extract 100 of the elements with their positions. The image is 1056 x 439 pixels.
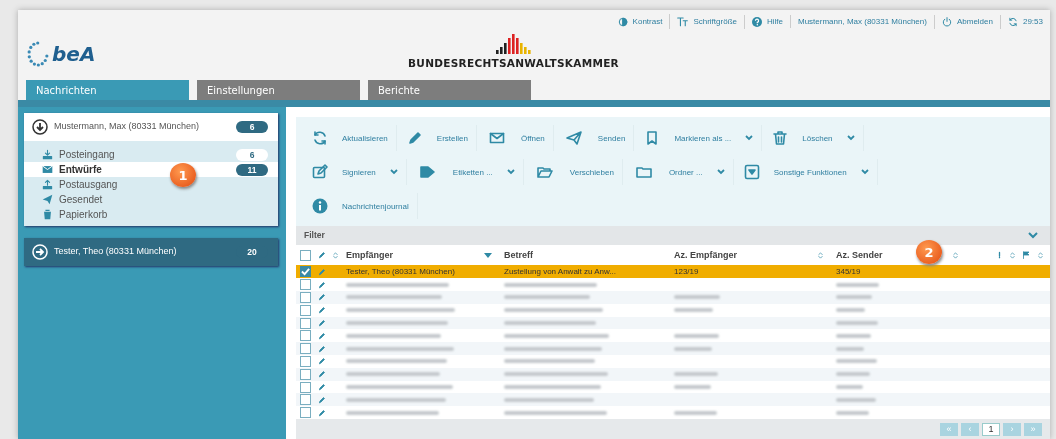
redacted-text	[836, 308, 865, 313]
redacted-text	[836, 333, 871, 338]
header-link[interactable]: Schriftgröße	[669, 14, 744, 29]
sort-icon	[1009, 251, 1016, 259]
checkbox[interactable]	[300, 266, 311, 278]
toolbar-button[interactable]: Markieren als ...	[634, 125, 763, 151]
sort-icon	[817, 251, 824, 259]
checkbox[interactable]	[300, 317, 311, 329]
column-header[interactable]: Empfänger	[346, 250, 393, 261]
sort-icon	[1037, 251, 1044, 259]
checkbox[interactable]	[300, 407, 311, 419]
redacted-text	[674, 333, 719, 338]
folder-item[interactable]: Posteingang 6	[24, 147, 278, 162]
redacted-text	[836, 372, 870, 377]
toolbar-button[interactable]: Aktualisieren	[302, 125, 397, 151]
checkbox[interactable]	[300, 279, 311, 291]
paper-plane-icon	[42, 194, 53, 205]
account-header[interactable]: Mustermann, Max (80331 München) 6	[24, 113, 278, 141]
checkbox[interactable]	[300, 249, 311, 261]
sort-icon	[332, 251, 339, 259]
table-cell-text: Tester, Theo (80331 München)	[346, 267, 456, 277]
folder-item[interactable]: Papierkorb	[24, 207, 278, 222]
trash-icon	[772, 130, 789, 146]
caret-icon	[506, 169, 515, 175]
caret-icon	[846, 135, 855, 141]
filter-bar[interactable]: Filter	[296, 226, 1050, 245]
count-badge: 6	[236, 148, 268, 161]
redacted-text	[836, 397, 876, 402]
flag-icon	[1022, 251, 1031, 260]
redacted-text	[836, 359, 877, 364]
header-link[interactable]: Abmelden	[933, 14, 1000, 29]
help-icon	[751, 16, 762, 27]
toolbar-button[interactable]: Öffnen	[476, 125, 554, 151]
refresh-icon	[1007, 16, 1018, 27]
checkbox[interactable]	[300, 394, 311, 406]
toolbar-button[interactable]: Verschieben	[523, 159, 623, 185]
header-link[interactable]: Kontrast	[610, 14, 670, 29]
header-link[interactable]: Mustermann, Max (80331 München)	[790, 15, 934, 28]
count-badge: 6	[236, 121, 268, 133]
checkbox[interactable]	[300, 381, 311, 393]
table-row[interactable]: Tester, Theo (80331 München) Zustellung von Anwalt zu Anw... 123/19 345/19	[296, 265, 1050, 279]
tab[interactable]: Berichte	[368, 80, 531, 100]
column-header[interactable]: Betreff	[504, 250, 533, 261]
toolbar-button[interactable]: Etiketten ...	[406, 159, 524, 185]
edit-icon	[312, 164, 328, 180]
toolbar-button[interactable]: Sonstige Funktionen	[733, 159, 878, 185]
power-icon	[941, 16, 952, 27]
sort-down-icon	[484, 252, 492, 258]
bar-logo-icon	[495, 34, 532, 54]
toolbar-button[interactable]: Löschen	[762, 125, 864, 151]
page-button[interactable]: 1	[982, 422, 1000, 436]
toolbar-button[interactable]: Erstellen	[396, 125, 477, 151]
column-header[interactable]: Az. Empfänger	[674, 250, 737, 261]
tab[interactable]: Nachrichten	[26, 80, 189, 100]
table-cell-text: 123/19	[674, 267, 700, 277]
redacted-text	[836, 295, 872, 300]
checkbox[interactable]	[300, 355, 311, 367]
redacted-text	[674, 372, 718, 377]
header-link[interactable]: 29:53	[999, 14, 1050, 29]
tab[interactable]: Einstellungen	[197, 80, 360, 100]
trash-icon	[42, 209, 53, 220]
envelope-icon	[42, 164, 53, 175]
redacted-text	[836, 321, 878, 325]
toolbar-button[interactable]: Nachrichtenjournal	[302, 193, 418, 219]
checkbox[interactable]	[300, 343, 311, 355]
header-link[interactable]: Hilfe	[743, 14, 790, 29]
folder-item[interactable]: Gesendet	[24, 192, 278, 207]
caret-icon	[860, 169, 869, 175]
checkbox[interactable]	[300, 368, 311, 380]
outbox-tray-icon	[42, 179, 53, 190]
redacted-text	[836, 346, 864, 351]
checkbox[interactable]	[300, 291, 311, 303]
redacted-text	[836, 282, 879, 287]
paper-plane-icon	[563, 130, 584, 146]
caret-icon	[389, 169, 398, 175]
redacted-text	[674, 385, 711, 389]
logo: beA	[52, 42, 96, 66]
dropdown-box-icon	[743, 164, 760, 180]
redacted-text	[674, 295, 720, 300]
contrast-icon	[617, 16, 628, 27]
exclamation-icon	[996, 251, 1003, 260]
dotted-swirl-icon	[26, 39, 50, 69]
account-header[interactable]: Tester, Theo (80331 München) 20	[24, 238, 278, 266]
toolbar-button[interactable]: Signieren	[302, 159, 407, 185]
redacted-text	[836, 410, 869, 415]
chevron-icon	[1028, 231, 1038, 239]
inbox-tray-icon	[42, 149, 53, 160]
redacted-text	[674, 410, 717, 415]
toolbar-button[interactable]: Ordner ...	[622, 159, 734, 185]
column-header[interactable]: Az. Sender	[836, 250, 883, 261]
redacted-text	[674, 308, 713, 313]
toolbar-button[interactable]: Senden	[553, 125, 635, 151]
info-icon	[312, 198, 328, 214]
pencil-icon	[406, 130, 423, 146]
table-cell-text: Zustellung von Anwalt zu Anw...	[504, 267, 618, 277]
checkbox[interactable]	[300, 304, 311, 316]
arrow-right-circle-icon	[32, 244, 48, 260]
caret-icon	[745, 135, 754, 141]
redacted-text	[674, 346, 712, 351]
checkbox[interactable]	[300, 330, 311, 342]
